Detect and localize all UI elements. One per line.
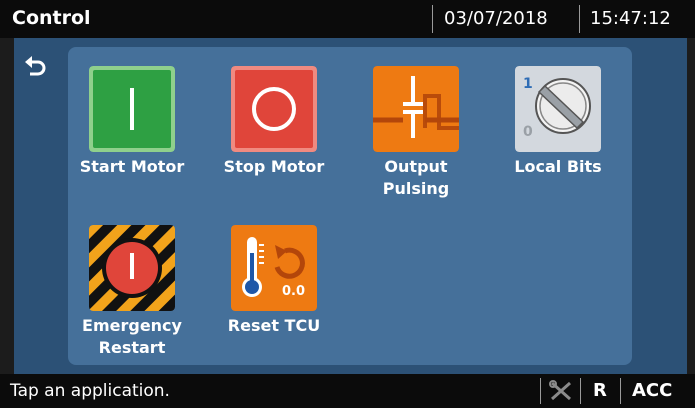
app-panel: Start Motor Stop Motor Output Pulsing 1 … [68,47,632,365]
app-reset-tcu[interactable]: 0.0 Reset TCU [210,225,338,337]
app-emergency-restart[interactable]: Emergency Restart [68,225,196,359]
access-indicator: ACC [632,380,673,401]
status-text: Tap an application. [10,381,170,401]
app-start-motor[interactable]: Start Motor [68,66,196,178]
title-bar: Control 03/07/2018 15:47:12 [0,0,695,38]
divider [432,5,433,33]
stop-motor-icon [231,66,317,152]
emergency-restart-icon [89,225,175,311]
remote-indicator: R [593,380,607,401]
app-label: Reset TCU [227,316,321,335]
divider [580,378,581,404]
back-button[interactable] [24,54,50,78]
status-bar: Tap an application. R ACC [0,374,695,408]
divider [620,378,621,404]
main-area: Start Motor Stop Motor Output Pulsing 1 … [14,38,687,374]
app-stop-motor[interactable]: Stop Motor [210,66,338,178]
start-motor-icon [89,66,175,152]
reset-tcu-icon: 0.0 [231,225,317,311]
time-display: 15:47:12 [590,8,671,29]
svg-text:1: 1 [523,76,533,92]
app-label: Output Pulsing [382,157,450,198]
svg-text:0: 0 [523,124,533,140]
svg-text:0.0: 0.0 [282,284,305,299]
local-bits-icon: 1 0 [515,66,601,152]
divider [540,378,541,404]
tools-icon [549,380,573,402]
app-label: Emergency Restart [82,316,182,357]
app-label: Start Motor [79,157,185,176]
app-label: Local Bits [514,157,602,176]
output-pulsing-icon [373,66,459,152]
page-title: Control [12,7,91,29]
date-display: 03/07/2018 [444,8,548,29]
back-arrow-icon [25,56,46,76]
app-local-bits[interactable]: 1 0 Local Bits [494,66,622,178]
app-output-pulsing[interactable]: Output Pulsing [352,66,480,200]
divider [579,5,580,33]
app-label: Stop Motor [223,157,325,176]
